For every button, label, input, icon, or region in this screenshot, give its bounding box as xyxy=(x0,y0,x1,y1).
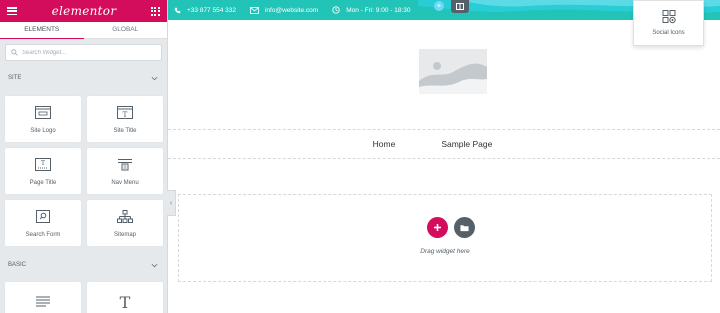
nav-link-home[interactable]: Home xyxy=(373,139,396,149)
heading-icon: T xyxy=(120,294,131,310)
menu-icon[interactable] xyxy=(7,7,17,15)
section-divider-bottom xyxy=(168,158,720,159)
widget-heading[interactable]: T xyxy=(87,282,163,313)
widget-text-editor[interactable] xyxy=(5,282,81,313)
basic-widgets: T xyxy=(5,282,163,313)
widget-sitemap[interactable]: Sitemap xyxy=(87,200,163,246)
editor-app: elementor ELEMENTS GLOBAL SITE Site Logo xyxy=(0,0,720,313)
panel-collapse-toggle[interactable]: ‹ xyxy=(167,190,176,216)
image-placeholder-graphic xyxy=(419,49,487,94)
panel-header: elementor xyxy=(0,0,167,22)
widget-search-form[interactable]: Search Form xyxy=(5,200,81,246)
text-editor-icon xyxy=(36,296,50,306)
site-widgets: Site Logo T Site Title T Page Title Nav … xyxy=(5,96,163,246)
chevron-down-icon xyxy=(151,263,158,267)
nav-menu-icon xyxy=(118,159,132,171)
envelope-icon xyxy=(250,6,259,14)
svg-text:T: T xyxy=(123,111,128,119)
elements-panel: elementor ELEMENTS GLOBAL SITE Site Logo xyxy=(0,0,168,313)
nav-menu: Home Sample Page xyxy=(168,131,720,157)
sitemap-icon xyxy=(117,209,133,223)
elementor-logo: elementor xyxy=(51,4,117,18)
image-placeholder[interactable] xyxy=(419,49,487,94)
widget-label: Site Logo xyxy=(30,127,56,134)
search-wrap xyxy=(0,39,167,61)
widget-page-title[interactable]: T Page Title xyxy=(5,148,81,194)
page-title-icon: T xyxy=(35,158,51,171)
site-title-icon: T xyxy=(117,106,133,119)
section-site-title: SITE xyxy=(8,75,22,81)
section-site-header[interactable]: SITE xyxy=(0,71,167,85)
clock-icon xyxy=(332,6,340,14)
columns-icon xyxy=(456,3,464,10)
folder-icon xyxy=(460,224,469,231)
phone-text: +33 877 554 332 xyxy=(187,6,236,14)
widget-label: Site Title xyxy=(113,127,137,134)
topbar-hours[interactable]: Mon - Fri: 9:00 - 18:30 xyxy=(332,6,411,14)
add-section-button[interactable] xyxy=(427,217,448,238)
panel-tabs: ELEMENTS GLOBAL xyxy=(0,22,167,39)
tab-elements[interactable]: ELEMENTS xyxy=(0,22,84,39)
drop-zone-buttons xyxy=(427,217,481,238)
section-basic-title: BASIC xyxy=(8,262,27,268)
widget-label: Search Form xyxy=(25,231,61,238)
dragged-widget-label: Social Icons xyxy=(652,30,685,36)
nav-link-sample-page[interactable]: Sample Page xyxy=(441,139,492,149)
section-divider-top xyxy=(168,129,720,130)
plus-icon xyxy=(434,224,441,231)
widget-site-title[interactable]: T Site Title xyxy=(87,96,163,142)
email-text: info@website.com xyxy=(264,6,319,14)
widget-site-logo[interactable]: Site Logo xyxy=(5,96,81,142)
widget-label: Sitemap xyxy=(113,231,136,238)
empty-section-drop-zone[interactable]: Drag widget here xyxy=(178,194,712,282)
section-handle[interactable] xyxy=(451,0,469,13)
svg-text:T: T xyxy=(120,294,131,310)
add-template-button[interactable] xyxy=(454,217,475,238)
hours-text: Mon - Fri: 9:00 - 18:30 xyxy=(346,6,411,14)
search-icon xyxy=(11,49,18,56)
search-input[interactable] xyxy=(22,49,142,56)
dragged-widget-social-icons[interactable]: Social Icons xyxy=(633,0,704,46)
search-form-icon xyxy=(36,210,50,223)
tab-global[interactable]: GLOBAL xyxy=(83,22,167,39)
drop-zone-text: Drag widget here xyxy=(420,248,470,255)
site-logo-icon xyxy=(35,106,51,119)
widget-label: Nav Menu xyxy=(111,179,139,186)
add-section-plus-icon[interactable]: + xyxy=(434,1,444,11)
chevron-down-icon xyxy=(151,76,158,80)
topbar-phone[interactable]: +33 877 554 332 xyxy=(174,7,236,14)
social-icons-icon xyxy=(662,10,676,24)
apps-grid-icon[interactable] xyxy=(150,6,160,16)
svg-text:T: T xyxy=(41,160,45,167)
section-basic-header[interactable]: BASIC xyxy=(0,258,167,272)
search-box xyxy=(5,44,162,61)
widget-label: Page Title xyxy=(29,179,57,186)
topbar-email[interactable]: info@website.com xyxy=(250,7,318,14)
widget-nav-menu[interactable]: Nav Menu xyxy=(87,148,163,194)
phone-icon xyxy=(174,7,181,13)
